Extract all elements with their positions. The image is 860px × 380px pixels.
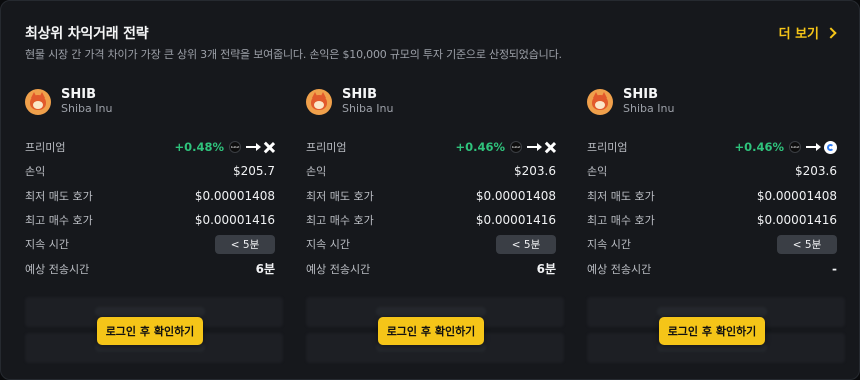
shiba-inu-logo-icon <box>587 88 613 115</box>
transfer-time-row: 예상 전송시간 6분 <box>306 256 556 280</box>
duration-badge: < 5분 <box>496 234 556 254</box>
pnl-label: 손익 <box>25 165 46 179</box>
transfer-time-value: - <box>832 261 837 276</box>
premium-row: 프리미엄 +0.46% bullet <box>306 135 556 159</box>
highest-bid-value: $0.00001416 <box>475 213 556 228</box>
pnl-value: $205.7 <box>233 164 275 179</box>
login-button[interactable]: 로그인 후 확인하기 <box>97 317 203 345</box>
lowest-ask-row: 최저 매도 호가 $0.00001408 <box>306 184 556 208</box>
locked-section: 로그인 후 확인하기 <box>306 297 564 365</box>
chevron-right-icon <box>825 26 837 39</box>
duration-badge: < 5분 <box>777 234 837 254</box>
premium-value: +0.46% <box>734 140 784 155</box>
highest-bid-row: 최고 매수 호가 $0.00001416 <box>306 208 556 232</box>
strategy-card: SHIB Shiba Inu 프리미엄 +0.48% bullet 손익 $20… <box>25 79 283 369</box>
x-exchange-icon <box>545 142 556 153</box>
arbitrage-panel: 최상위 차익거래 전략 현물 시장 간 가격 차이가 가장 큰 상위 3개 전략… <box>0 0 860 380</box>
highest-bid-value: $0.00001416 <box>194 213 275 228</box>
duration-row: 지속 시간 < 5분 <box>25 232 275 256</box>
arrow-right-icon <box>806 143 821 152</box>
coin-name: Shiba Inu <box>342 102 394 115</box>
locked-section: 로그인 후 확인하기 <box>587 297 845 365</box>
premium-label: 프리미엄 <box>587 141 628 155</box>
duration-label: 지속 시간 <box>25 238 69 252</box>
c-exchange-icon <box>824 140 837 154</box>
coin-name: Shiba Inu <box>623 102 675 115</box>
transfer-time-row: 예상 전송시간 - <box>587 256 837 280</box>
login-button[interactable]: 로그인 후 확인하기 <box>378 317 484 345</box>
coin-symbol: SHIB <box>342 87 377 102</box>
pnl-row: 손익 $203.6 <box>306 159 556 183</box>
strategy-card: SHIB Shiba Inu 프리미엄 +0.46% bullet 손익 $20… <box>587 79 845 369</box>
pnl-row: 손익 $205.7 <box>25 159 275 183</box>
shiba-inu-logo-icon <box>306 88 332 115</box>
lowest-ask-label: 최저 매도 호가 <box>587 189 655 203</box>
page-title: 최상위 차익거래 전략 <box>25 26 149 42</box>
premium-value: +0.46% <box>455 140 505 155</box>
bullet-exchange-icon: bullet <box>789 141 801 154</box>
highest-bid-label: 최고 매수 호가 <box>587 214 655 228</box>
coin-info: SHIB Shiba Inu <box>306 87 393 116</box>
arrow-right-icon <box>527 143 542 152</box>
pnl-value: $203.6 <box>514 164 556 179</box>
bullet-exchange-icon: bullet <box>510 141 522 154</box>
lowest-ask-label: 최저 매도 호가 <box>306 189 374 203</box>
transfer-time-value: 6분 <box>255 262 275 277</box>
premium-row: 프리미엄 +0.46% bullet <box>587 135 837 159</box>
premium-row: 프리미엄 +0.48% bullet <box>25 135 275 159</box>
premium-value: +0.48% <box>174 140 224 155</box>
lowest-ask-row: 최저 매도 호가 $0.00001408 <box>25 184 275 208</box>
more-label: 더 보기 <box>778 27 819 42</box>
transfer-time-label: 예상 전송시간 <box>306 262 371 276</box>
shiba-inu-logo-icon <box>25 88 51 115</box>
arrow-right-icon <box>246 143 261 152</box>
coin-name: Shiba Inu <box>61 102 113 115</box>
pnl-row: 손익 $203.6 <box>587 159 837 183</box>
transfer-time-row: 예상 전송시간 6분 <box>25 256 275 280</box>
premium-label: 프리미엄 <box>306 141 347 155</box>
login-button[interactable]: 로그인 후 확인하기 <box>659 317 765 345</box>
lowest-ask-value: $0.00001408 <box>194 188 275 203</box>
strategy-card: SHIB Shiba Inu 프리미엄 +0.46% bullet 손익 $20… <box>306 79 564 369</box>
lowest-ask-value: $0.00001408 <box>756 188 837 203</box>
lowest-ask-value: $0.00001408 <box>475 188 556 203</box>
pnl-value: $203.6 <box>795 164 837 179</box>
transfer-time-label: 예상 전송시간 <box>25 262 90 276</box>
lowest-ask-label: 최저 매도 호가 <box>25 189 93 203</box>
highest-bid-label: 최고 매수 호가 <box>25 214 93 228</box>
highest-bid-value: $0.00001416 <box>756 213 837 228</box>
highest-bid-row: 최고 매수 호가 $0.00001416 <box>587 208 837 232</box>
duration-row: 지속 시간 < 5분 <box>587 232 837 256</box>
duration-label: 지속 시간 <box>587 238 631 252</box>
lowest-ask-row: 최저 매도 호가 $0.00001408 <box>587 184 837 208</box>
duration-row: 지속 시간 < 5분 <box>306 232 556 256</box>
highest-bid-row: 최고 매수 호가 $0.00001416 <box>25 208 275 232</box>
coin-info: SHIB Shiba Inu <box>25 87 112 116</box>
transfer-time-label: 예상 전송시간 <box>587 262 652 276</box>
more-button[interactable]: 더 보기 <box>778 23 837 42</box>
bullet-exchange-icon: bullet <box>229 141 241 154</box>
duration-label: 지속 시간 <box>306 238 350 252</box>
x-exchange-icon <box>264 142 275 153</box>
pnl-label: 손익 <box>587 165 608 179</box>
coin-symbol: SHIB <box>61 87 96 102</box>
premium-label: 프리미엄 <box>25 141 66 155</box>
pnl-label: 손익 <box>306 165 327 179</box>
transfer-time-value: 6분 <box>536 262 556 277</box>
coin-symbol: SHIB <box>623 87 658 102</box>
highest-bid-label: 최고 매수 호가 <box>306 214 374 228</box>
panel-header: 최상위 차익거래 전략 현물 시장 간 가격 차이가 가장 큰 상위 3개 전략… <box>25 21 837 69</box>
duration-badge: < 5분 <box>215 234 275 254</box>
coin-info: SHIB Shiba Inu <box>587 87 674 116</box>
page-subtitle: 현물 시장 간 가격 차이가 가장 큰 상위 3개 전략을 보여줍니다. 손익은… <box>25 48 562 61</box>
locked-section: 로그인 후 확인하기 <box>25 297 283 365</box>
